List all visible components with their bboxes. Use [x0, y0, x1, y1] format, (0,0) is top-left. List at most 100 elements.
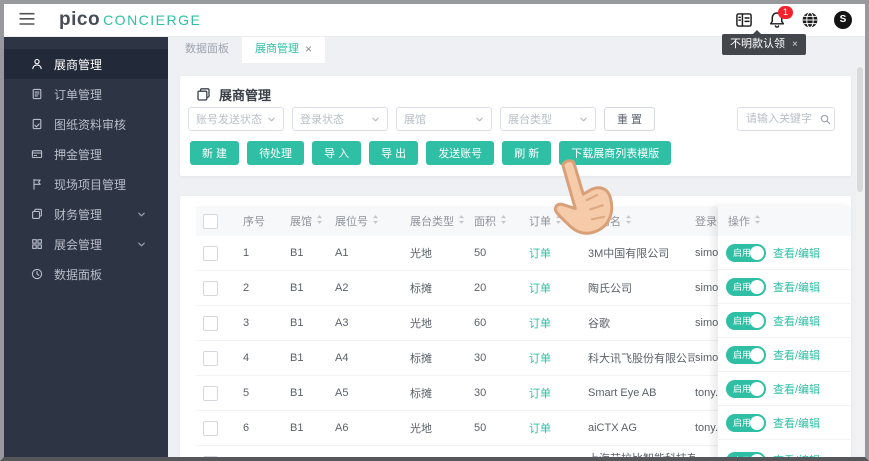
claim-tooltip[interactable]: 不明款认领 × — [722, 30, 806, 55]
action-button[interactable]: 导 入 — [312, 141, 362, 165]
enable-toggle[interactable]: 启用 — [726, 379, 766, 398]
view-edit-link[interactable]: 查看/编辑 — [773, 452, 820, 457]
sidebar-item-site-project[interactable]: 现场项目管理 — [4, 169, 168, 199]
enable-toggle[interactable]: 启用 — [726, 413, 766, 432]
tooltip-close-icon[interactable]: × — [792, 34, 798, 55]
search-input[interactable] — [744, 112, 820, 126]
sidebar-item-deposit[interactable]: 押金管理 — [4, 139, 168, 169]
filter-select[interactable]: 展台类型 — [500, 107, 596, 131]
view-edit-link[interactable]: 查看/编辑 — [773, 381, 820, 397]
sidebar-item-dashboard[interactable]: 数据面板 — [4, 259, 168, 289]
cell-area: 50 — [474, 247, 487, 259]
order-link[interactable]: 订单 — [529, 280, 551, 296]
column-header-operations[interactable]: 操作 — [718, 206, 851, 236]
row-checkbox[interactable] — [203, 420, 218, 436]
deposit-icon — [31, 148, 43, 160]
sort-icon[interactable] — [754, 214, 761, 228]
vertical-scrollbar — [856, 64, 864, 455]
column-header[interactable]: 订单 — [529, 213, 588, 229]
filter-select[interactable]: 账号发送状态 — [188, 107, 284, 131]
operations-cell: 启用查看/编辑 — [718, 406, 851, 440]
row-checkbox[interactable] — [203, 315, 218, 331]
enable-toggle[interactable]: 启用 — [726, 243, 766, 262]
order-link[interactable]: 订单 — [529, 315, 551, 331]
action-button[interactable]: 导 出 — [369, 141, 419, 165]
action-button-row: 新 建待处理导 入导 出发送账号刷 新下载展商列表模版 — [190, 141, 672, 165]
hamburger-menu-icon[interactable] — [19, 12, 35, 28]
sidebar-item-order[interactable]: 订单管理 — [4, 79, 168, 109]
order-link[interactable]: 订单 — [529, 385, 551, 401]
sidebar-item-expo[interactable]: 展会管理 — [4, 229, 168, 259]
sidebar-item-exhibitor[interactable]: 展商管理 — [4, 49, 168, 79]
filter-select[interactable]: 登录状态 — [292, 107, 388, 131]
brand-logo-pico: pico — [59, 9, 101, 30]
search-box — [737, 107, 835, 131]
globe-language-icon[interactable] — [801, 11, 819, 29]
user-avatar[interactable]: S — [834, 11, 852, 29]
order-link[interactable]: 订单 — [529, 350, 551, 366]
tab-展商管理[interactable]: 展商管理 × — [242, 36, 326, 63]
sort-icon[interactable] — [625, 214, 632, 228]
sort-icon[interactable] — [372, 214, 379, 228]
app-window: pico CONCIERGE 1 S 不明款认领 × 展商管理 订单管理 图纸资料审… — [0, 0, 869, 461]
view-edit-link[interactable]: 查看/编辑 — [773, 313, 820, 329]
finance-icon — [31, 208, 43, 220]
row-checkbox[interactable] — [203, 385, 218, 401]
column-header[interactable]: 展商名 — [588, 213, 695, 229]
column-header[interactable]: 展台类型 — [410, 213, 474, 229]
action-button[interactable]: 发送账号 — [426, 141, 495, 165]
reset-button[interactable]: 重 置 — [604, 107, 656, 131]
enable-toggle[interactable]: 启用 — [726, 345, 766, 364]
filter-select[interactable]: 展馆 — [396, 107, 492, 131]
scrollbar-thumb[interactable] — [857, 67, 863, 192]
row-checkbox[interactable] — [203, 280, 218, 296]
cell-exhibitor-name: 谷歌 — [588, 318, 610, 330]
cell-exhibitor-name: 科大讯飞股份有限公司 — [588, 353, 695, 365]
action-button[interactable]: 刷 新 — [502, 141, 552, 165]
sort-icon[interactable] — [500, 214, 507, 228]
cell-booth-no: A3 — [335, 317, 349, 329]
cell-exhibitor-name: Smart Eye AB — [588, 387, 657, 399]
cell-exhibitor-name: 陶氏公司 — [588, 283, 632, 295]
view-edit-link[interactable]: 查看/编辑 — [773, 415, 820, 431]
enable-toggle[interactable]: 启用 — [726, 311, 766, 330]
view-edit-link[interactable]: 查看/编辑 — [773, 279, 820, 295]
order-link[interactable]: 订单 — [529, 245, 551, 261]
sidebar-item-finance[interactable]: 财务管理 — [4, 199, 168, 229]
tab-label: 数据面板 — [185, 43, 229, 55]
select-all-checkbox[interactable] — [203, 213, 218, 229]
sidebar-item-drawing-review[interactable]: 图纸资料审核 — [4, 109, 168, 139]
row-checkbox[interactable] — [203, 456, 218, 457]
view-edit-link[interactable]: 查看/编辑 — [773, 347, 820, 363]
sidebar-menu: 展商管理 订单管理 图纸资料审核 押金管理 现场项目管理 财务管理 展会管理数据面板 — [4, 36, 168, 457]
cell-area: 20 — [474, 282, 487, 294]
claim-panel-icon[interactable] — [735, 11, 753, 29]
column-header[interactable]: 展位号 — [335, 213, 410, 229]
sidebar-item-label: 数据面板 — [54, 267, 103, 282]
cell-area: 30 — [474, 352, 487, 364]
column-header[interactable]: 展馆 — [290, 213, 335, 229]
sort-icon[interactable] — [316, 214, 323, 228]
row-checkbox[interactable] — [203, 245, 218, 261]
order-link[interactable]: 订单 — [529, 420, 551, 436]
enable-toggle[interactable]: 启用 — [726, 452, 766, 457]
column-header[interactable]: 面积 — [474, 213, 529, 229]
chevron-down-icon — [137, 210, 146, 219]
action-button[interactable]: 待处理 — [247, 141, 305, 165]
cell-hall: B1 — [290, 352, 304, 364]
enable-toggle[interactable]: 启用 — [726, 277, 766, 296]
operations-cell: 启用查看/编辑 — [718, 270, 851, 304]
tab-数据面板[interactable]: 数据面板 — [172, 36, 242, 63]
action-button[interactable]: 下载展商列表模版 — [559, 141, 672, 165]
row-checkbox[interactable] — [203, 350, 218, 366]
view-edit-link[interactable]: 查看/编辑 — [773, 245, 820, 261]
tab-close-icon[interactable]: × — [305, 36, 312, 63]
notifications-bell-icon[interactable]: 1 — [768, 6, 793, 29]
operations-cell: 启用查看/编辑 — [718, 372, 851, 406]
sort-icon[interactable] — [458, 214, 465, 228]
cell-booth-no: A1 — [335, 247, 349, 259]
select-placeholder: 账号发送状态 — [196, 114, 262, 126]
action-button[interactable]: 新 建 — [190, 141, 240, 165]
chevron-down-icon — [579, 115, 588, 124]
sort-icon[interactable] — [555, 214, 562, 228]
